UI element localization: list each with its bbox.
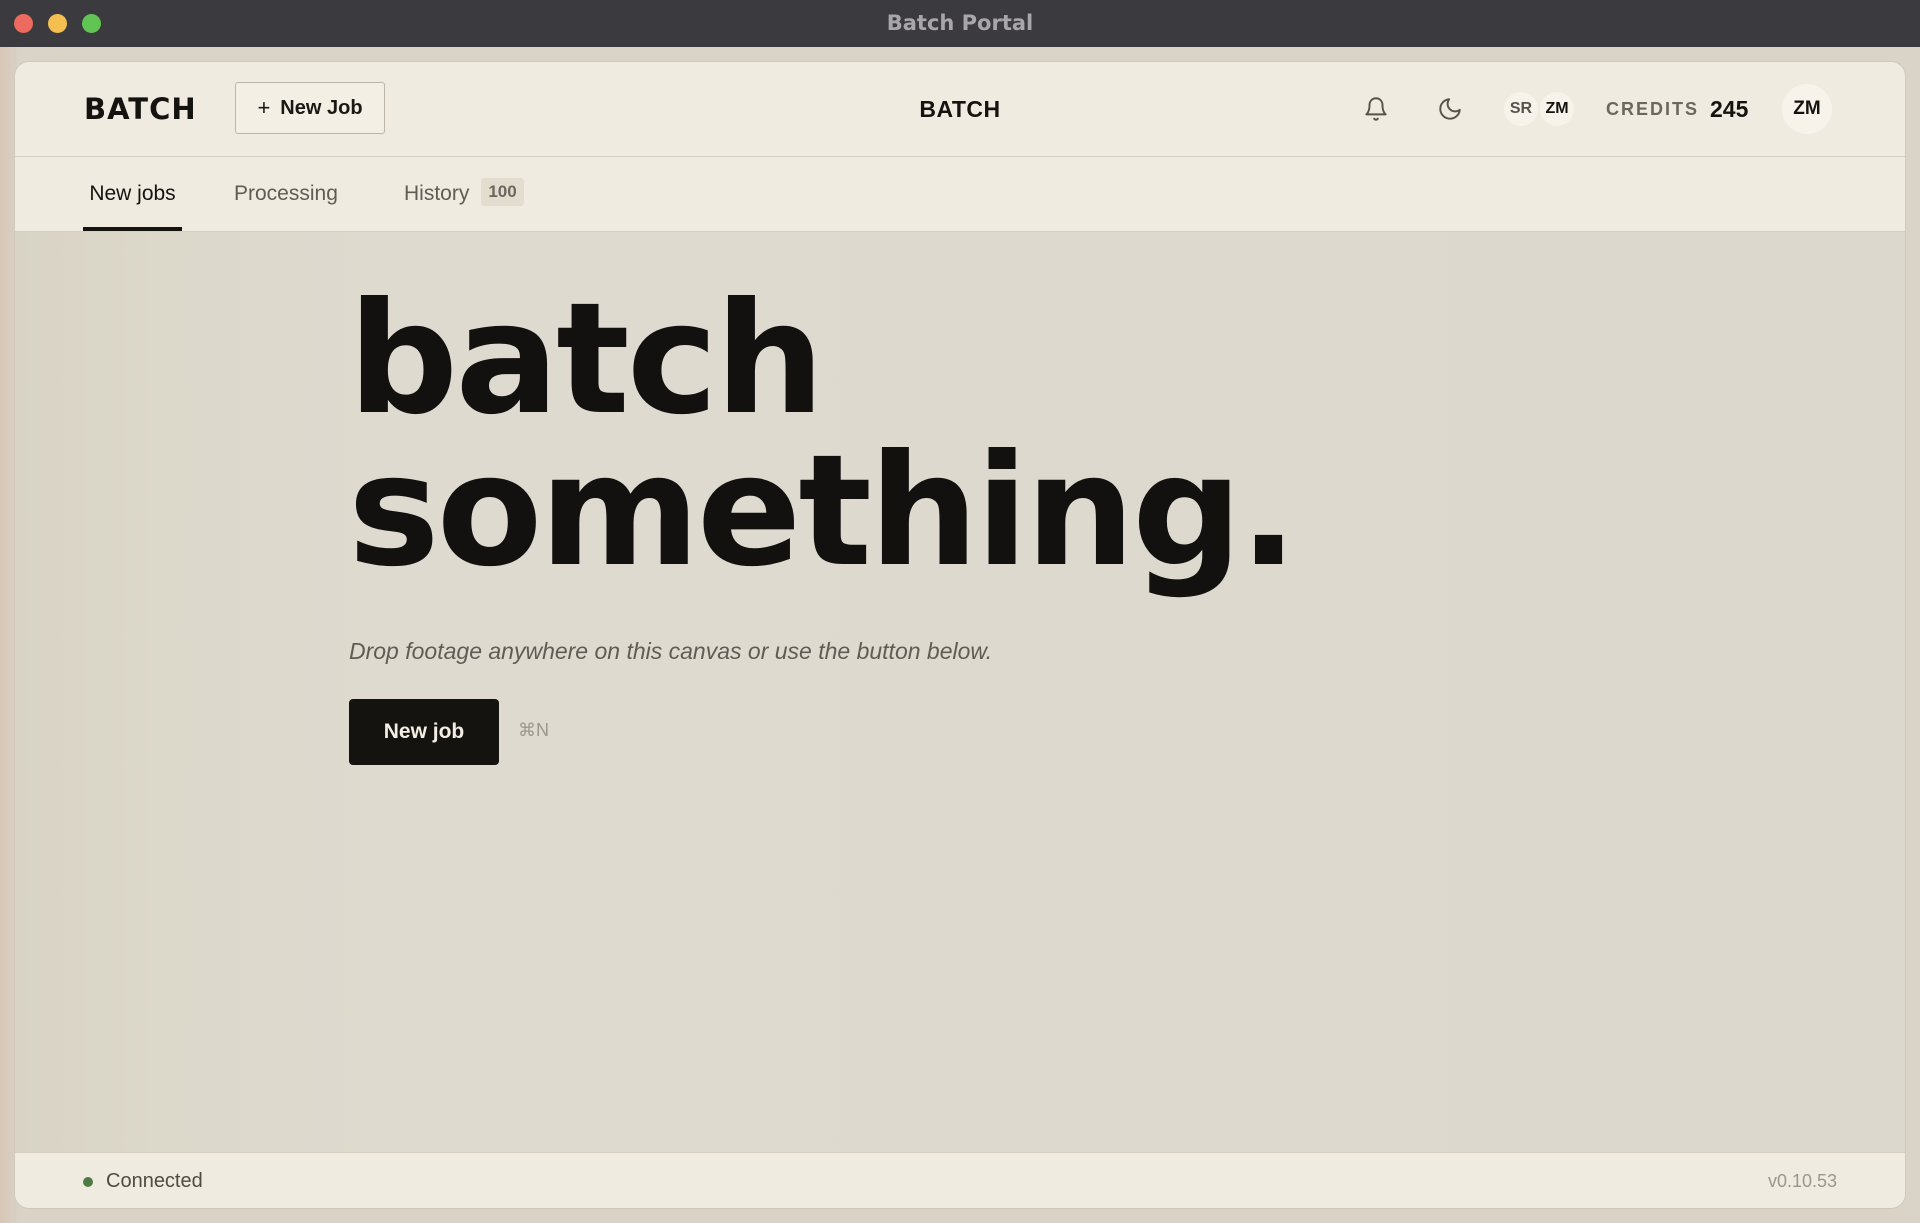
app-logo[interactable]: BATCH	[84, 62, 197, 156]
tab-processing[interactable]: Processing	[234, 157, 338, 231]
tab-label: New jobs	[89, 182, 176, 205]
collaborator-avatars[interactable]: SR ZM	[1502, 90, 1578, 128]
active-tab-indicator	[83, 227, 182, 231]
tab-bar: New jobs Processing History 100	[15, 157, 1905, 232]
notifications-button[interactable]	[1359, 92, 1393, 126]
window-title: Batch Portal	[886, 11, 1034, 35]
hero-title: batch something.	[348, 270, 1298, 601]
moon-icon	[1439, 98, 1461, 120]
new-job-button[interactable]: New job	[349, 699, 499, 765]
window-titlebar: Batch Portal	[0, 0, 1920, 48]
avatar[interactable]: SR	[1502, 90, 1540, 128]
status-bar: Connected v0.10.53	[15, 1152, 1905, 1208]
bell-icon	[1365, 97, 1387, 121]
theme-toggle-button[interactable]	[1433, 92, 1467, 126]
tab-history[interactable]: History 100	[404, 157, 524, 231]
new-job-header-button[interactable]: + New Job	[235, 82, 385, 134]
connection-status-text: Connected	[106, 1170, 203, 1192]
tab-new-jobs[interactable]: New jobs	[83, 157, 182, 231]
avatar[interactable]: ZM	[1538, 90, 1576, 128]
connection-status-dot	[83, 1177, 93, 1187]
new-job-header-label: New Job	[280, 96, 363, 119]
credits-label: CREDITS	[1606, 99, 1700, 119]
app-window: BATCH + New Job BATCH SR ZM CREDITS 245 …	[15, 62, 1905, 1208]
history-count-badge: 100	[481, 178, 524, 207]
hero-title-line: something.	[348, 422, 1298, 601]
hero-subtitle: Drop footage anywhere on this canvas or …	[349, 638, 993, 664]
tab-label: History	[404, 182, 470, 205]
hero-title-line: batch	[348, 270, 825, 449]
credits-value: 245	[1710, 96, 1749, 122]
app-header: BATCH + New Job BATCH SR ZM CREDITS 245 …	[15, 62, 1905, 157]
user-avatar-button[interactable]: ZM	[1782, 84, 1832, 134]
plus-icon: +	[257, 95, 271, 120]
header-center-title: BATCH	[919, 96, 1001, 122]
keyboard-shortcut-hint: ⌘N	[518, 720, 549, 740]
tab-label: Processing	[234, 182, 338, 205]
app-version: v0.10.53	[1767, 1171, 1837, 1191]
